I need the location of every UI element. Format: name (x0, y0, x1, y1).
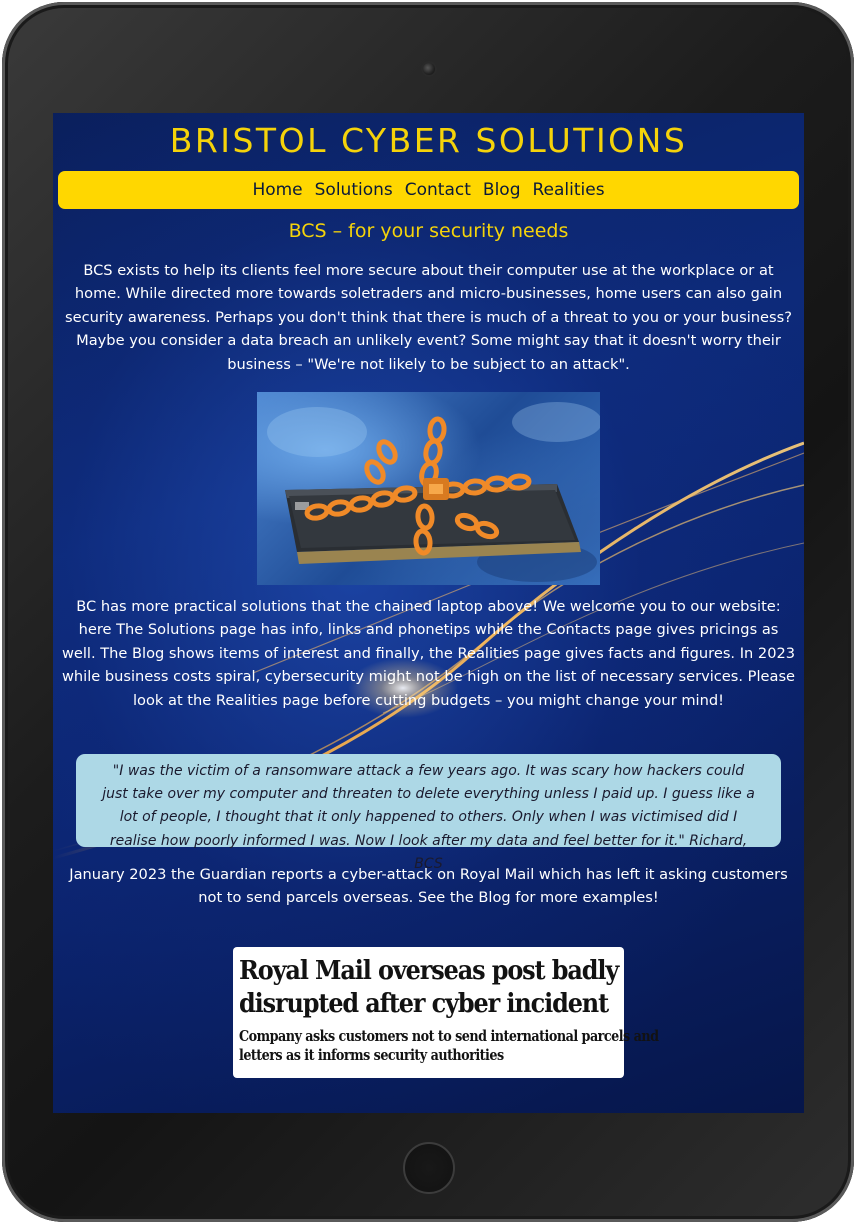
news-paragraph: January 2023 the Guardian reports a cybe… (69, 866, 788, 907)
subheadline-line-2: letters as it informs security authoriti… (239, 1047, 504, 1064)
subheadline-line-1: Company asks customers not to send inter… (239, 1028, 659, 1045)
home-button-icon[interactable] (403, 1142, 455, 1194)
nav-item-contact[interactable]: Contact (403, 180, 473, 200)
solutions-paragraph: BC has more practical solutions that the… (61, 598, 796, 709)
page-subtitle: BCS – for your security needs (288, 220, 569, 242)
tablet-frame: BRISTOL CYBER SOLUTIONS Home Solutions C… (2, 2, 854, 1222)
royal-mail-headline-image: Royal Mail overseas post badly disrupted… (233, 947, 659, 1078)
chained-laptop-illustration (267, 402, 600, 582)
headline-line-1: Royal Mail overseas post badly (239, 956, 619, 986)
nav-item-home[interactable]: Home (250, 180, 304, 200)
intro-paragraph: BCS exists to help its clients feel more… (65, 262, 792, 373)
camera-dot-icon (423, 63, 435, 75)
website-screen: BRISTOL CYBER SOLUTIONS Home Solutions C… (53, 113, 804, 1113)
chained-laptop-image (257, 392, 600, 585)
testimonial-quote: "I was the victim of a ransomware attack… (76, 754, 781, 872)
headline-line-2: disrupted after cyber incident (239, 989, 609, 1019)
site-title: BRISTOL CYBER SOLUTIONS (169, 121, 688, 160)
nav-item-realities[interactable]: Realities (530, 180, 606, 200)
nav-item-blog[interactable]: Blog (481, 180, 523, 200)
main-navigation: Home Solutions Contact Blog Realities (58, 171, 799, 209)
nav-item-solutions[interactable]: Solutions (313, 180, 395, 200)
